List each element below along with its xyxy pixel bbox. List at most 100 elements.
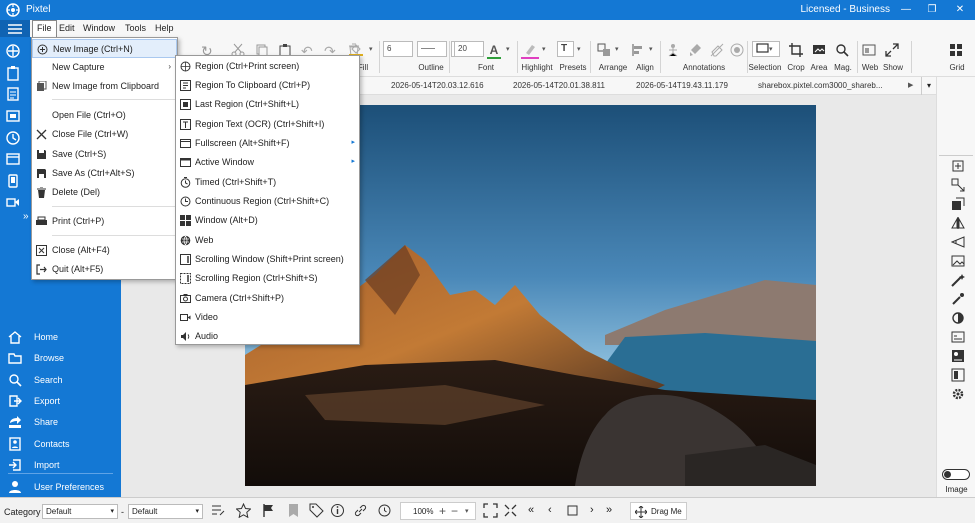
eraser-icon[interactable] bbox=[710, 43, 724, 57]
sidebar-item-export[interactable]: Export bbox=[0, 391, 121, 412]
submenu-item-timed[interactable]: Timed (Ctrl+Shift+T) bbox=[176, 173, 359, 192]
expand-chevron-icon[interactable]: » bbox=[23, 211, 29, 222]
submenu-item-region-to-clipboard[interactable]: Region To Clipboard (Ctrl+P) bbox=[176, 76, 359, 95]
menu-item-close[interactable]: Close (Alt+F4) bbox=[32, 241, 177, 260]
effects-sparkle-icon[interactable] bbox=[951, 292, 965, 306]
tabs-dropdown-icon[interactable]: ▾ bbox=[921, 77, 936, 95]
edit-list-icon[interactable] bbox=[210, 503, 225, 518]
sidebar-item-browse[interactable]: Browse bbox=[0, 348, 121, 369]
outline-width-select[interactable]: 6 bbox=[383, 41, 413, 57]
next-page-icon[interactable]: › bbox=[590, 504, 594, 516]
brush-icon[interactable] bbox=[688, 43, 702, 57]
canvas-size-icon[interactable] bbox=[951, 197, 965, 211]
tab-image-1[interactable]: 2026-05-14T20.03.12.616 bbox=[391, 81, 484, 90]
subcategory-select[interactable]: Default ▾ bbox=[128, 504, 203, 519]
font-size-select[interactable]: 20 bbox=[454, 41, 484, 57]
sidebar-item-home[interactable]: Home bbox=[0, 327, 121, 348]
resize-icon[interactable] bbox=[951, 178, 965, 192]
submenu-item-region-text-ocr[interactable]: Region Text (OCR) (Ctrl+Shift+I) bbox=[176, 115, 359, 134]
sidebar-item-share[interactable]: Share bbox=[0, 412, 121, 433]
presets-dropdown-icon[interactable]: ▾ bbox=[577, 45, 581, 53]
align-dropdown-icon[interactable]: ▾ bbox=[649, 45, 653, 53]
blur-circle-icon[interactable] bbox=[730, 43, 744, 57]
arrange-icon[interactable] bbox=[597, 43, 611, 57]
history-clock-icon[interactable] bbox=[377, 503, 392, 518]
image-panel-toggle[interactable] bbox=[942, 469, 970, 480]
presets-button[interactable]: T bbox=[557, 41, 574, 57]
tab-image-4[interactable]: sharebox.pixtel.com3000_shareb... bbox=[758, 81, 888, 90]
minimize-button[interactable]: — bbox=[892, 1, 920, 19]
flip-icon[interactable] bbox=[951, 216, 965, 230]
link-icon[interactable] bbox=[353, 503, 368, 518]
font-color-dropdown-icon[interactable]: ▾ bbox=[506, 45, 510, 53]
menu-tools[interactable]: Tools bbox=[121, 20, 150, 37]
prev-page-icon[interactable]: ‹ bbox=[548, 504, 552, 516]
bookmark-icon[interactable] bbox=[286, 503, 301, 518]
menu-item-new-from-clipboard[interactable]: New Image from Clipboard bbox=[32, 77, 177, 96]
menu-item-open-file[interactable]: Open File (Ctrl+O) bbox=[32, 106, 177, 125]
fill-dropdown-icon[interactable]: ▾ bbox=[369, 45, 373, 53]
selection-dropdown-icon[interactable]: ▾ bbox=[769, 45, 773, 53]
settings-gear-icon[interactable] bbox=[951, 387, 965, 401]
menu-item-new-image[interactable]: New Image (Ctrl+N) bbox=[32, 39, 177, 58]
menu-item-save-as[interactable]: Save As (Ctrl+Alt+S) bbox=[32, 164, 177, 183]
submenu-item-web[interactable]: Web bbox=[176, 231, 359, 250]
document-icon[interactable] bbox=[5, 86, 21, 102]
page-square-icon[interactable] bbox=[565, 503, 580, 518]
submenu-item-window[interactable]: Window (Alt+D) bbox=[176, 211, 359, 230]
expand-icon[interactable] bbox=[503, 503, 518, 518]
tag-icon[interactable] bbox=[309, 503, 324, 518]
sidebar-item-contacts[interactable]: Contacts bbox=[0, 434, 121, 455]
watermark-icon[interactable] bbox=[951, 349, 965, 363]
window-icon[interactable] bbox=[5, 151, 21, 167]
submenu-item-scrolling-window[interactable]: Scrolling Window (Shift+Print screen) bbox=[176, 250, 359, 269]
zoom-dropdown-icon[interactable]: ▾ bbox=[465, 507, 469, 515]
menu-file[interactable]: File bbox=[32, 20, 57, 37]
submenu-item-active-window[interactable]: Active Window ▸ bbox=[176, 153, 359, 172]
show-fullscreen-icon[interactable] bbox=[885, 43, 899, 57]
submenu-item-fullscreen[interactable]: Fullscreen (Alt+Shift+F) ▸ bbox=[176, 134, 359, 153]
sidebar-item-search[interactable]: Search bbox=[0, 370, 121, 391]
image-icon[interactable] bbox=[951, 254, 965, 268]
last-page-icon[interactable]: » bbox=[606, 504, 612, 516]
submenu-item-scrolling-region[interactable]: Scrolling Region (Ctrl+Shift+S) bbox=[176, 269, 359, 288]
menu-item-close-file[interactable]: Close File (Ctrl+W) bbox=[32, 125, 177, 144]
add-frame-icon[interactable] bbox=[951, 159, 965, 173]
mobile-icon[interactable] bbox=[5, 173, 21, 189]
menu-window[interactable]: Window bbox=[79, 20, 119, 37]
capture-icon[interactable] bbox=[5, 43, 21, 59]
drag-me-button[interactable]: Drag Me bbox=[630, 502, 687, 520]
submenu-item-last-region[interactable]: Last Region (Ctrl+Shift+L) bbox=[176, 95, 359, 114]
perspective-icon[interactable] bbox=[951, 235, 965, 249]
caption-icon[interactable] bbox=[951, 330, 965, 344]
magic-wand-icon[interactable] bbox=[951, 273, 965, 287]
info-icon[interactable] bbox=[330, 503, 345, 518]
close-button[interactable]: ✕ bbox=[946, 1, 974, 19]
menu-item-print[interactable]: Print (Ctrl+P) bbox=[32, 212, 177, 231]
font-color-icon[interactable]: A bbox=[487, 43, 501, 57]
fit-screen-icon[interactable] bbox=[483, 503, 498, 518]
submenu-item-region[interactable]: Region (Ctrl+Print screen) bbox=[176, 57, 359, 76]
submenu-item-continuous-region[interactable]: Continuous Region (Ctrl+Shift+C) bbox=[176, 192, 359, 211]
zoom-in-button[interactable]: + bbox=[439, 504, 446, 518]
video-camera-icon[interactable] bbox=[5, 194, 21, 210]
menu-item-save[interactable]: Save (Ctrl+S) bbox=[32, 145, 177, 164]
selection-select[interactable] bbox=[752, 41, 780, 57]
submenu-item-audio[interactable]: Audio bbox=[176, 327, 359, 346]
category-select[interactable]: Default ▾ bbox=[42, 504, 118, 519]
star-icon[interactable] bbox=[236, 503, 251, 518]
sidebar-item-user-preferences[interactable]: User Preferences bbox=[0, 477, 121, 498]
clipboard-icon[interactable] bbox=[5, 65, 21, 81]
outline-style-select[interactable] bbox=[417, 41, 447, 57]
history-icon[interactable] bbox=[5, 130, 21, 146]
web-icon[interactable] bbox=[862, 43, 876, 57]
split-image-icon[interactable] bbox=[951, 368, 965, 382]
magnifier-icon[interactable] bbox=[835, 43, 849, 57]
crop-icon[interactable] bbox=[789, 43, 803, 57]
frame-icon[interactable] bbox=[5, 108, 21, 124]
menu-item-new-capture[interactable]: New Capture › bbox=[32, 58, 177, 77]
tab-image-3[interactable]: 2026-05-14T19.43.11.179 bbox=[636, 81, 728, 90]
fill-bucket-icon[interactable] bbox=[349, 42, 363, 56]
menu-item-quit[interactable]: Quit (Alt+F5) bbox=[32, 260, 177, 279]
tab-image-2[interactable]: 2026-05-14T20.01.38.811 bbox=[513, 81, 605, 90]
